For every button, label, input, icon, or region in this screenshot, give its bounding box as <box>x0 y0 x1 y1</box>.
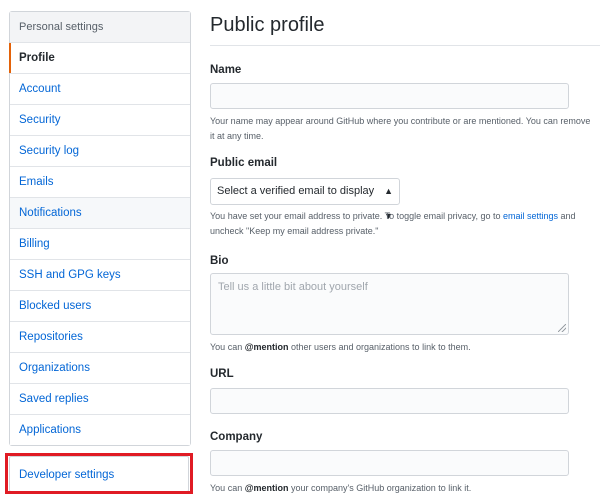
email-note-before: You have set your email address to priva… <box>210 211 503 221</box>
email-settings-link[interactable]: email settings <box>503 211 558 221</box>
company-label: Company <box>210 431 263 443</box>
sidebar-item-emails[interactable]: Emails <box>10 167 190 198</box>
bio-label: Bio <box>210 255 229 267</box>
company-note-before: You can <box>210 483 245 493</box>
url-input[interactable] <box>210 388 569 414</box>
bio-textarea[interactable]: Tell us a little bit about yourself <box>210 273 569 335</box>
sidebar-item-applications[interactable]: Applications <box>10 415 190 445</box>
settings-sidebar: Personal settings Profile Account Securi… <box>9 11 191 446</box>
public-email-select[interactable]: Select a verified email to display ▲ ▼ <box>210 178 400 221</box>
url-label: URL <box>210 368 234 380</box>
bio-note-mention: @mention <box>244 342 289 352</box>
company-input[interactable] <box>210 450 569 476</box>
resize-grip-icon[interactable] <box>558 324 566 332</box>
sidebar-item-blocked-users[interactable]: Blocked users <box>10 291 190 322</box>
company-note-after: your company's GitHub organization to li… <box>288 483 472 493</box>
company-note-mention: @mention <box>244 483 289 493</box>
page-title: Public profile <box>210 14 325 36</box>
bio-note: You can @mention other users and organiz… <box>210 340 595 355</box>
developer-settings-link[interactable]: Developer settings <box>9 456 189 492</box>
company-note: You can @mention your company's GitHub o… <box>210 481 595 496</box>
sidebar-item-repositories[interactable]: Repositories <box>10 322 190 353</box>
name-label: Name <box>210 64 242 76</box>
sidebar-item-billing[interactable]: Billing <box>10 229 190 260</box>
public-email-selected: Select a verified email to display <box>217 185 375 197</box>
bio-note-after: other users and organizations to link to… <box>288 342 471 352</box>
sidebar-item-organizations[interactable]: Organizations <box>10 353 190 384</box>
sidebar-item-profile[interactable]: Profile <box>9 43 190 74</box>
public-email-note: You have set your email address to priva… <box>210 209 595 239</box>
sidebar-item-saved-replies[interactable]: Saved replies <box>10 384 190 415</box>
bio-placeholder: Tell us a little bit about yourself <box>218 281 368 293</box>
sidebar-header: Personal settings <box>10 12 190 43</box>
title-divider <box>210 45 600 46</box>
name-note: Your name may appear around GitHub where… <box>210 116 591 141</box>
sidebar-item-security-log[interactable]: Security log <box>10 136 190 167</box>
name-input[interactable] <box>210 83 569 109</box>
bio-note-before: You can <box>210 342 245 352</box>
sidebar-item-ssh-gpg-keys[interactable]: SSH and GPG keys <box>10 260 190 291</box>
public-email-label: Public email <box>210 157 278 169</box>
sidebar-item-security[interactable]: Security <box>10 105 190 136</box>
sidebar-item-account[interactable]: Account <box>10 74 190 105</box>
sidebar-item-notifications[interactable]: Notifications <box>10 198 190 229</box>
